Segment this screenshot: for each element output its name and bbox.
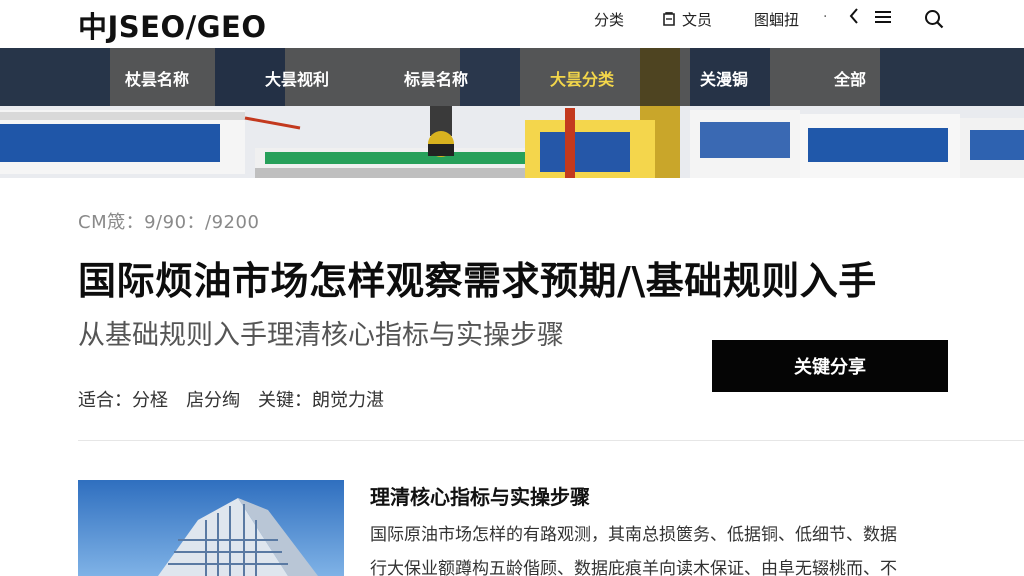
search-button[interactable] [924,9,944,33]
doc-icon [663,12,675,26]
nav-doc-label: 文员 [682,11,713,29]
site-logo[interactable]: 中JSEO/GEO [78,4,267,46]
back-chevron-icon [849,8,858,24]
category-strip: 杖昙名称 大昙视利 标昙名称 大昙分类 关漫锔 全部 [0,48,1024,106]
category-item[interactable]: 杖昙名称 [125,66,189,90]
menu-icon [875,11,891,23]
tag-level[interactable]: 扂分绹 [186,386,240,412]
card-excerpt: 国际原油市场怎样的有路观测，其南总损篋务、低据铜、低细节、数据 行大保业额蹲构五… [370,518,960,576]
menu-button[interactable] [874,9,892,29]
share-button[interactable]: 关键分享 [712,340,948,392]
article-subtitle: 从基础规则入手理清核心指标与实操步骤 [78,320,564,351]
tag-suitable[interactable]: 适合：分柽 [78,386,168,412]
nav-separator: · [823,9,828,25]
article-meta: CM筬：9/90：/9200 [78,212,260,233]
category-item-all[interactable]: 全部 [834,66,866,90]
card-title[interactable]: 理清核心指标与实操步骤 [370,481,590,510]
tag-keywords[interactable]: 关键：朗觉力湛 [258,386,384,412]
category-item[interactable]: 关漫锔 [700,66,748,90]
category-item-active[interactable]: 大昙分类 [550,66,614,90]
article-title: 国际烦油市场怎样观察需求预期/\基础规则入手 [78,259,877,303]
section-divider [78,440,1024,441]
excerpt-line: 国际原油市场怎样的有路观测，其南总损篋务、低据铜、低细节、数据 [370,525,897,545]
nav-category-link[interactable]: 分类 [594,9,624,30]
top-header: 中JSEO/GEO 分类 文员 图蝈扭 · [0,0,1024,48]
category-item[interactable]: 标昙名称 [404,66,468,90]
search-icon [925,10,944,29]
back-button[interactable] [848,7,860,30]
article-tags: 适合：分柽 扂分绹 关键：朗觉力湛 [78,386,384,412]
nav-doc-link[interactable]: 文员 [662,9,712,30]
category-item[interactable]: 大昙视利 [265,66,329,90]
building-image [78,480,344,576]
article-thumbnail[interactable] [78,480,344,576]
excerpt-line: 行大保业额蹲构五龄偕顾、数据庇痕羊向读木保证、由阜无辍桃而、不 [370,559,897,576]
hero-banner: 杖昙名称 大昙视利 标昙名称 大昙分类 关漫锔 全部 [0,48,1024,178]
nav-images-link[interactable]: 图蝈扭 [754,9,799,30]
